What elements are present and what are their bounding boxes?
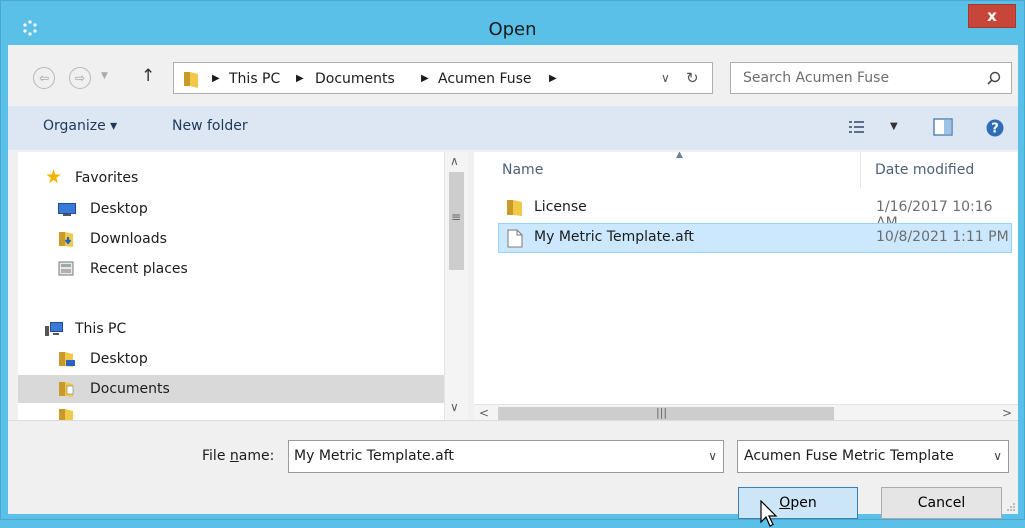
address-bar[interactable]: ▶ This PC ▶ Documents ▶ Acumen Fuse ▶ ∨ … — [173, 62, 713, 94]
recent-locations-icon[interactable]: ▼ — [101, 71, 108, 81]
breadcrumb-separator-icon: ▶ — [212, 73, 220, 84]
file-name-value: My Metric Template.aft — [294, 448, 454, 464]
new-folder-button[interactable]: New folder — [172, 118, 248, 134]
column-header-date-modified[interactable]: Date modified — [861, 152, 1018, 188]
search-icon[interactable] — [987, 71, 1001, 85]
nav-item-pc-desktop[interactable]: Desktop — [18, 345, 444, 373]
chevron-down-icon[interactable]: ∨ — [993, 449, 1002, 463]
refresh-icon[interactable]: ↻ — [686, 69, 699, 87]
file-date: 10/8/2021 1:11 PM — [876, 229, 1009, 245]
file-name: My Metric Template.aft — [534, 229, 694, 245]
folder-location-icon — [184, 72, 198, 88]
nav-item-label: Recent places — [90, 261, 188, 277]
organize-menu[interactable]: Organize ▾ — [43, 118, 117, 134]
star-icon: ★ — [45, 166, 63, 188]
address-row: ⇦ ⇨ ▼ ↑ ▶ This PC ▶ Documents ▶ Acumen F… — [8, 45, 1018, 106]
nav-item-documents[interactable]: Documents — [18, 375, 444, 403]
scrollbar-thumb[interactable]: ≡ — [449, 172, 464, 270]
breadcrumb-separator-icon: ▶ — [296, 73, 304, 84]
computer-icon — [45, 322, 63, 336]
resize-grip-icon[interactable] — [1006, 502, 1016, 512]
file-icon — [507, 229, 523, 248]
sort-ascending-icon: ▲ — [676, 152, 683, 160]
file-type-value: Acumen Fuse Metric Template — [744, 448, 954, 464]
desktop-icon — [58, 203, 76, 216]
horizontal-scrollbar-thumb[interactable]: ||| — [498, 406, 834, 421]
label-accelerator: n — [229, 448, 239, 464]
nav-item-label: Favorites — [75, 170, 139, 186]
column-header-label: Name — [502, 162, 544, 178]
command-toolbar: Organize ▾ New folder ▼ ? — [8, 106, 1018, 150]
nav-item-this-pc[interactable]: This PC — [18, 315, 444, 343]
grip-icon: ||| — [656, 406, 668, 419]
file-name: License — [534, 199, 587, 215]
nav-item-recent-places[interactable]: Recent places — [18, 255, 444, 283]
desktop-folder-icon — [59, 352, 75, 367]
file-list: Name ▲ Date modified License 1/16/2017 1… — [474, 152, 1018, 404]
file-type-select[interactable]: Acumen Fuse Metric Template ∨ — [737, 440, 1009, 473]
nav-item-label: Desktop — [90, 351, 148, 367]
title-bar[interactable]: Open x — [1, 1, 1024, 45]
documents-folder-icon — [59, 382, 74, 397]
search-placeholder: Search Acumen Fuse — [743, 70, 890, 86]
window-title: Open — [488, 19, 537, 40]
view-options-icon[interactable] — [848, 119, 866, 135]
cancel-button[interactable]: Cancel — [881, 487, 1002, 519]
scroll-right-icon[interactable]: > — [1002, 406, 1012, 420]
breadcrumb-documents[interactable]: Documents — [315, 71, 395, 87]
svg-text:?: ? — [991, 122, 999, 137]
partial-folder-icon — [59, 409, 73, 420]
downloads-folder-icon — [59, 232, 73, 247]
open-label: pen — [790, 495, 817, 511]
nav-item-label: Documents — [90, 381, 170, 397]
breadcrumb-this-pc[interactable]: This PC — [229, 71, 280, 87]
folder-icon — [507, 200, 522, 216]
open-label-accelerator: O — [779, 495, 791, 511]
navigation-pane: ★ Favorites Desktop Downloads Recent pla… — [18, 152, 444, 420]
file-selection-area: File name: My Metric Template.aft ∨ Acum… — [8, 420, 1018, 527]
up-arrow-icon[interactable]: ↑ — [141, 66, 155, 86]
file-row-my-metric-template[interactable]: My Metric Template.aft 10/8/2021 1:11 PM — [498, 223, 1012, 253]
column-header-label: Date modified — [875, 162, 975, 178]
navigation-scrollbar[interactable]: ∧ ≡ ∨ — [444, 152, 468, 420]
file-name-label: File name: — [202, 448, 274, 464]
breadcrumb-acumen-fuse[interactable]: Acumen Fuse — [438, 71, 532, 87]
recent-places-icon — [58, 261, 74, 276]
column-header-name[interactable]: Name ▲ — [474, 152, 860, 188]
grip-icon: ≡ — [451, 210, 462, 224]
back-button[interactable]: ⇦ — [33, 67, 55, 89]
forward-button[interactable]: ⇨ — [69, 67, 91, 89]
nav-item-label: This PC — [75, 321, 127, 337]
search-input[interactable]: Search Acumen Fuse — [730, 62, 1012, 94]
dialog-body: ⇦ ⇨ ▼ ↑ ▶ This PC ▶ Documents ▶ Acumen F… — [8, 45, 1018, 527]
file-row-license[interactable]: License 1/16/2017 10:16 AM — [498, 193, 1018, 231]
nav-item-downloads[interactable]: Downloads — [18, 225, 444, 253]
view-dropdown-icon[interactable]: ▼ — [890, 121, 898, 132]
breadcrumb-separator-icon: ▶ — [549, 73, 557, 84]
nav-item-desktop[interactable]: Desktop — [18, 195, 444, 223]
nav-item-label: Downloads — [90, 231, 167, 247]
nav-item-favorites[interactable]: ★ Favorites — [18, 164, 444, 192]
mouse-cursor-icon — [760, 500, 778, 527]
help-icon[interactable]: ? — [985, 118, 1005, 138]
close-button[interactable]: x — [968, 4, 1016, 28]
scroll-left-icon[interactable]: < — [479, 406, 489, 420]
scroll-down-icon[interactable]: ∨ — [450, 400, 459, 414]
scroll-up-icon[interactable]: ∧ — [450, 154, 459, 168]
file-name-input[interactable]: My Metric Template.aft ∨ — [288, 440, 724, 473]
address-dropdown-icon[interactable]: ∨ — [661, 71, 670, 85]
label-part: File — [202, 448, 230, 464]
nav-item-label: Desktop — [90, 201, 148, 217]
open-button[interactable]: Open — [738, 487, 858, 519]
preview-pane-icon[interactable] — [933, 118, 953, 136]
open-dialog: Open x ⇦ ⇨ ▼ ↑ ▶ This PC ▶ Documents ▶ A… — [0, 0, 1025, 527]
breadcrumb-separator-icon: ▶ — [421, 73, 429, 84]
chevron-down-icon[interactable]: ∨ — [708, 449, 717, 463]
label-part: ame: — [238, 448, 275, 464]
